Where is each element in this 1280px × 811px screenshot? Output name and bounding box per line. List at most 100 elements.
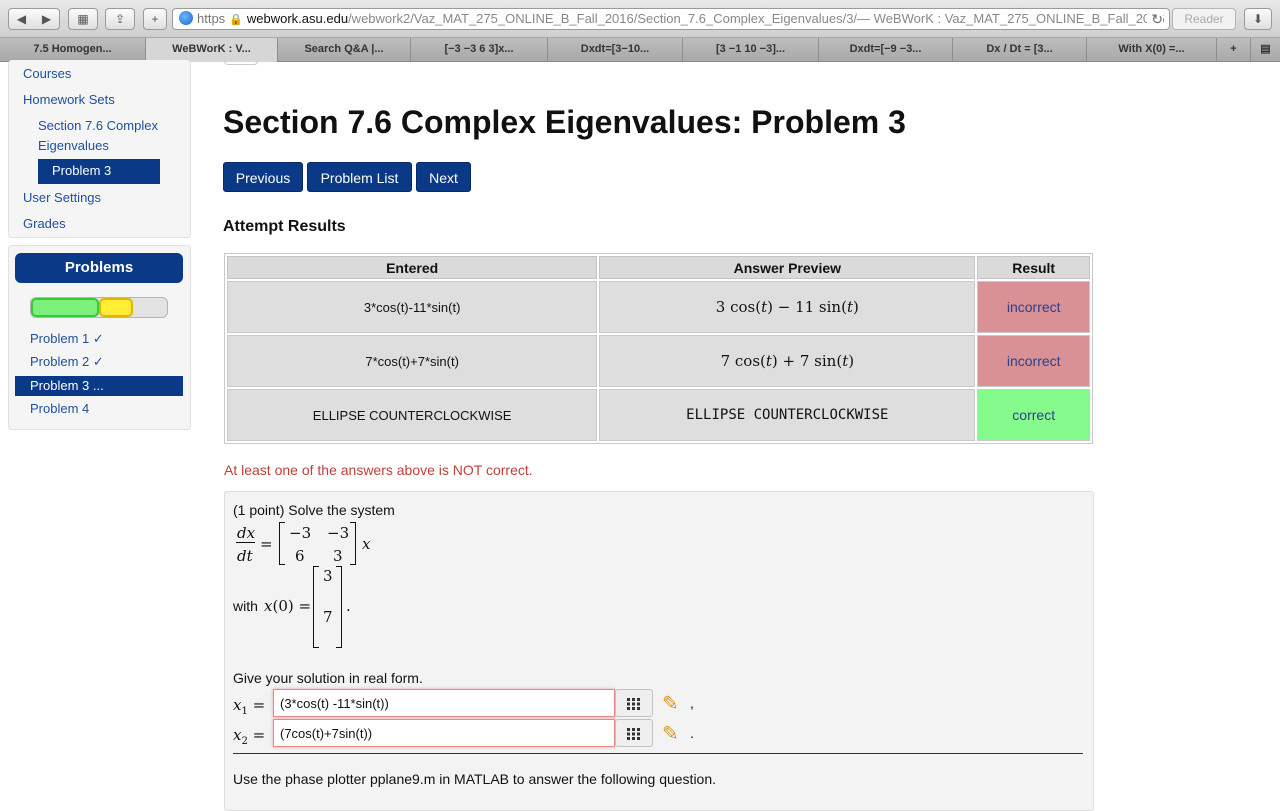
footer-question: Use the phase plotter pplane9.m in MATLA… bbox=[233, 771, 717, 787]
math-dx: dx bbox=[237, 524, 256, 542]
page-title: Section 7.6 Complex Eigenvalues: Problem… bbox=[223, 104, 906, 140]
sidebar-link-homework-sets[interactable]: Homework Sets bbox=[23, 92, 115, 107]
problem-link-3-active[interactable]: Problem 3 ... bbox=[15, 376, 183, 396]
matrix-bracket-left bbox=[279, 522, 285, 565]
preview-cell: ELLIPSE COUNTERCLOCKWISE bbox=[599, 389, 976, 441]
with-label: with bbox=[233, 598, 258, 614]
tab-bar: 7.5 Homogen... WeBWorK : V... Search Q&A… bbox=[0, 38, 1280, 62]
matrix-cell: −3 bbox=[289, 524, 312, 542]
tab-item[interactable]: With X(0) =... bbox=[1087, 38, 1217, 62]
entered-cell: ELLIPSE COUNTERCLOCKWISE bbox=[227, 389, 598, 441]
result-cell: correct bbox=[977, 389, 1090, 441]
reader-button[interactable]: Reader bbox=[1172, 8, 1236, 30]
results-table: Entered Answer Preview Result 3*cos(t)-1… bbox=[224, 253, 1093, 444]
collapsed-tab bbox=[224, 60, 258, 65]
problem-link-1[interactable]: Problem 1 ✓ bbox=[30, 331, 104, 347]
globe-icon bbox=[179, 11, 193, 25]
math-dt: dt bbox=[237, 547, 253, 565]
forward-icon[interactable]: ▶ bbox=[34, 9, 59, 29]
browser-toolbar: ◀ ▶ ▦ ⇪ + https 🔒 webwork.asu.edu/webwork2/… bbox=[0, 0, 1280, 38]
sidebar-link-section-cont[interactable]: Eigenvalues bbox=[38, 138, 109, 153]
label-x1: x1 = bbox=[233, 696, 266, 717]
divider bbox=[233, 753, 1083, 754]
tab-item[interactable]: Search Q&A |... bbox=[278, 38, 411, 62]
sidebar-item-active-problem[interactable]: Problem 3 bbox=[38, 159, 160, 184]
entered-cell: 3*cos(t)-11*sin(t) bbox=[227, 281, 598, 333]
vector-cell: 7 bbox=[323, 608, 333, 626]
preview-cell: 3 cos(t) − 11 sin(t) bbox=[599, 281, 976, 333]
attempt-results-title: Attempt Results bbox=[223, 218, 346, 235]
progress-correct bbox=[31, 298, 99, 317]
progress-partial bbox=[99, 298, 133, 317]
label-x2: x2 = bbox=[233, 726, 266, 747]
answer-input-x1[interactable] bbox=[273, 689, 615, 717]
result-cell: incorrect bbox=[977, 335, 1090, 387]
table-row: 7*cos(t)+7*sin(t) 7 cos(t) + 7 sin(t) in… bbox=[227, 335, 1090, 387]
new-tab-button[interactable]: + bbox=[1217, 38, 1251, 62]
sidebar-link-grades[interactable]: Grades bbox=[23, 216, 66, 231]
matrix-cell: −3 bbox=[327, 524, 350, 542]
answer-punct: . bbox=[690, 725, 694, 741]
header-result: Result bbox=[977, 256, 1090, 279]
preview-cell: 7 cos(t) + 7 sin(t) bbox=[599, 335, 976, 387]
tab-item[interactable]: 7.5 Homogen... bbox=[0, 38, 146, 62]
table-header-row: Entered Answer Preview Result bbox=[227, 256, 1090, 279]
url-scheme: https bbox=[197, 11, 226, 26]
math-x0: x(0) = bbox=[264, 597, 312, 615]
tab-item[interactable]: Dxdt=[3−10... bbox=[548, 38, 683, 62]
pencil-icon[interactable]: ✎ bbox=[662, 691, 679, 716]
next-button[interactable]: Next bbox=[416, 162, 471, 192]
matrix-cell: 6 bbox=[295, 547, 305, 565]
address-bar[interactable]: https 🔒 webwork.asu.edu/webwork2/Vaz_MAT_2… bbox=[172, 8, 1170, 30]
reload-icon[interactable]: ↻ bbox=[1147, 9, 1163, 29]
math-x: x bbox=[362, 535, 371, 553]
math-equals: = bbox=[260, 535, 273, 553]
problem-link-4[interactable]: Problem 4 bbox=[30, 401, 89, 416]
url-path: /webwork2/Vaz_MAT_275_ONLINE_B_Fall_2016… bbox=[348, 11, 858, 26]
problem-intro: (1 point) Solve the system bbox=[233, 502, 395, 518]
sidebar-link-courses[interactable]: Courses bbox=[23, 66, 71, 81]
table-row: ELLIPSE COUNTERCLOCKWISE ELLIPSE COUNTER… bbox=[227, 389, 1090, 441]
problem-link-2[interactable]: Problem 2 ✓ bbox=[30, 354, 104, 370]
window-title: — WeBWorK : Vaz_MAT_275_ONLINE_B_Fall_20… bbox=[857, 11, 1170, 26]
grid-icon bbox=[627, 728, 640, 740]
matrix-bracket-right bbox=[350, 522, 356, 565]
tab-overview-icon[interactable]: ▤ bbox=[1251, 38, 1280, 62]
vector-bracket-right bbox=[336, 566, 342, 648]
header-answer-preview: Answer Preview bbox=[599, 256, 976, 279]
back-forward-buttons[interactable]: ◀ ▶ bbox=[8, 8, 60, 30]
answer-punct: , bbox=[690, 695, 694, 711]
tab-item[interactable]: Dx / Dt = [3... bbox=[953, 38, 1087, 62]
pencil-icon[interactable]: ✎ bbox=[662, 721, 679, 746]
sidebar-link-user-settings[interactable]: User Settings bbox=[23, 190, 101, 205]
fraction-bar bbox=[236, 542, 255, 543]
matrix-cell: 3 bbox=[333, 547, 343, 565]
sidebar-link-section[interactable]: Section 7.6 Complex bbox=[38, 118, 158, 133]
problem-list-button[interactable]: Problem List bbox=[307, 162, 412, 192]
answer-input-x2[interactable] bbox=[273, 719, 615, 747]
lock-icon: 🔒 bbox=[229, 14, 243, 26]
tab-item[interactable]: WeBWorK : V... bbox=[146, 38, 278, 62]
share-icon[interactable]: ⇪ bbox=[105, 8, 135, 30]
tab-item[interactable]: [3 −1 10 −3]... bbox=[683, 38, 819, 62]
grid-icon bbox=[627, 698, 640, 710]
problems-panel-title: Problems bbox=[15, 253, 183, 283]
downloads-icon[interactable]: ⬇ bbox=[1244, 8, 1272, 30]
url-host: webwork.asu.edu bbox=[246, 11, 349, 26]
table-row: 3*cos(t)-11*sin(t) 3 cos(t) − 11 sin(t) … bbox=[227, 281, 1090, 333]
instruction-text: Give your solution in real form. bbox=[233, 670, 423, 686]
equation-keyboard-button[interactable] bbox=[615, 719, 653, 747]
vector-cell: 3 bbox=[323, 567, 333, 585]
tab-item[interactable]: [−3 −3 6 3]x... bbox=[411, 38, 548, 62]
warning-message: At least one of the answers above is NOT… bbox=[224, 462, 533, 478]
entered-cell: 7*cos(t)+7*sin(t) bbox=[227, 335, 598, 387]
back-icon[interactable]: ◀ bbox=[9, 9, 34, 29]
previous-button[interactable]: Previous bbox=[223, 162, 303, 192]
top-sites-icon[interactable]: ▦ bbox=[68, 8, 98, 30]
add-bookmark-icon[interactable]: + bbox=[143, 8, 167, 30]
math-period: . bbox=[346, 597, 351, 615]
tab-item[interactable]: Dxdt=[−9 −3... bbox=[819, 38, 953, 62]
vector-bracket-left bbox=[313, 566, 319, 648]
result-cell: incorrect bbox=[977, 281, 1090, 333]
equation-keyboard-button[interactable] bbox=[615, 689, 653, 717]
